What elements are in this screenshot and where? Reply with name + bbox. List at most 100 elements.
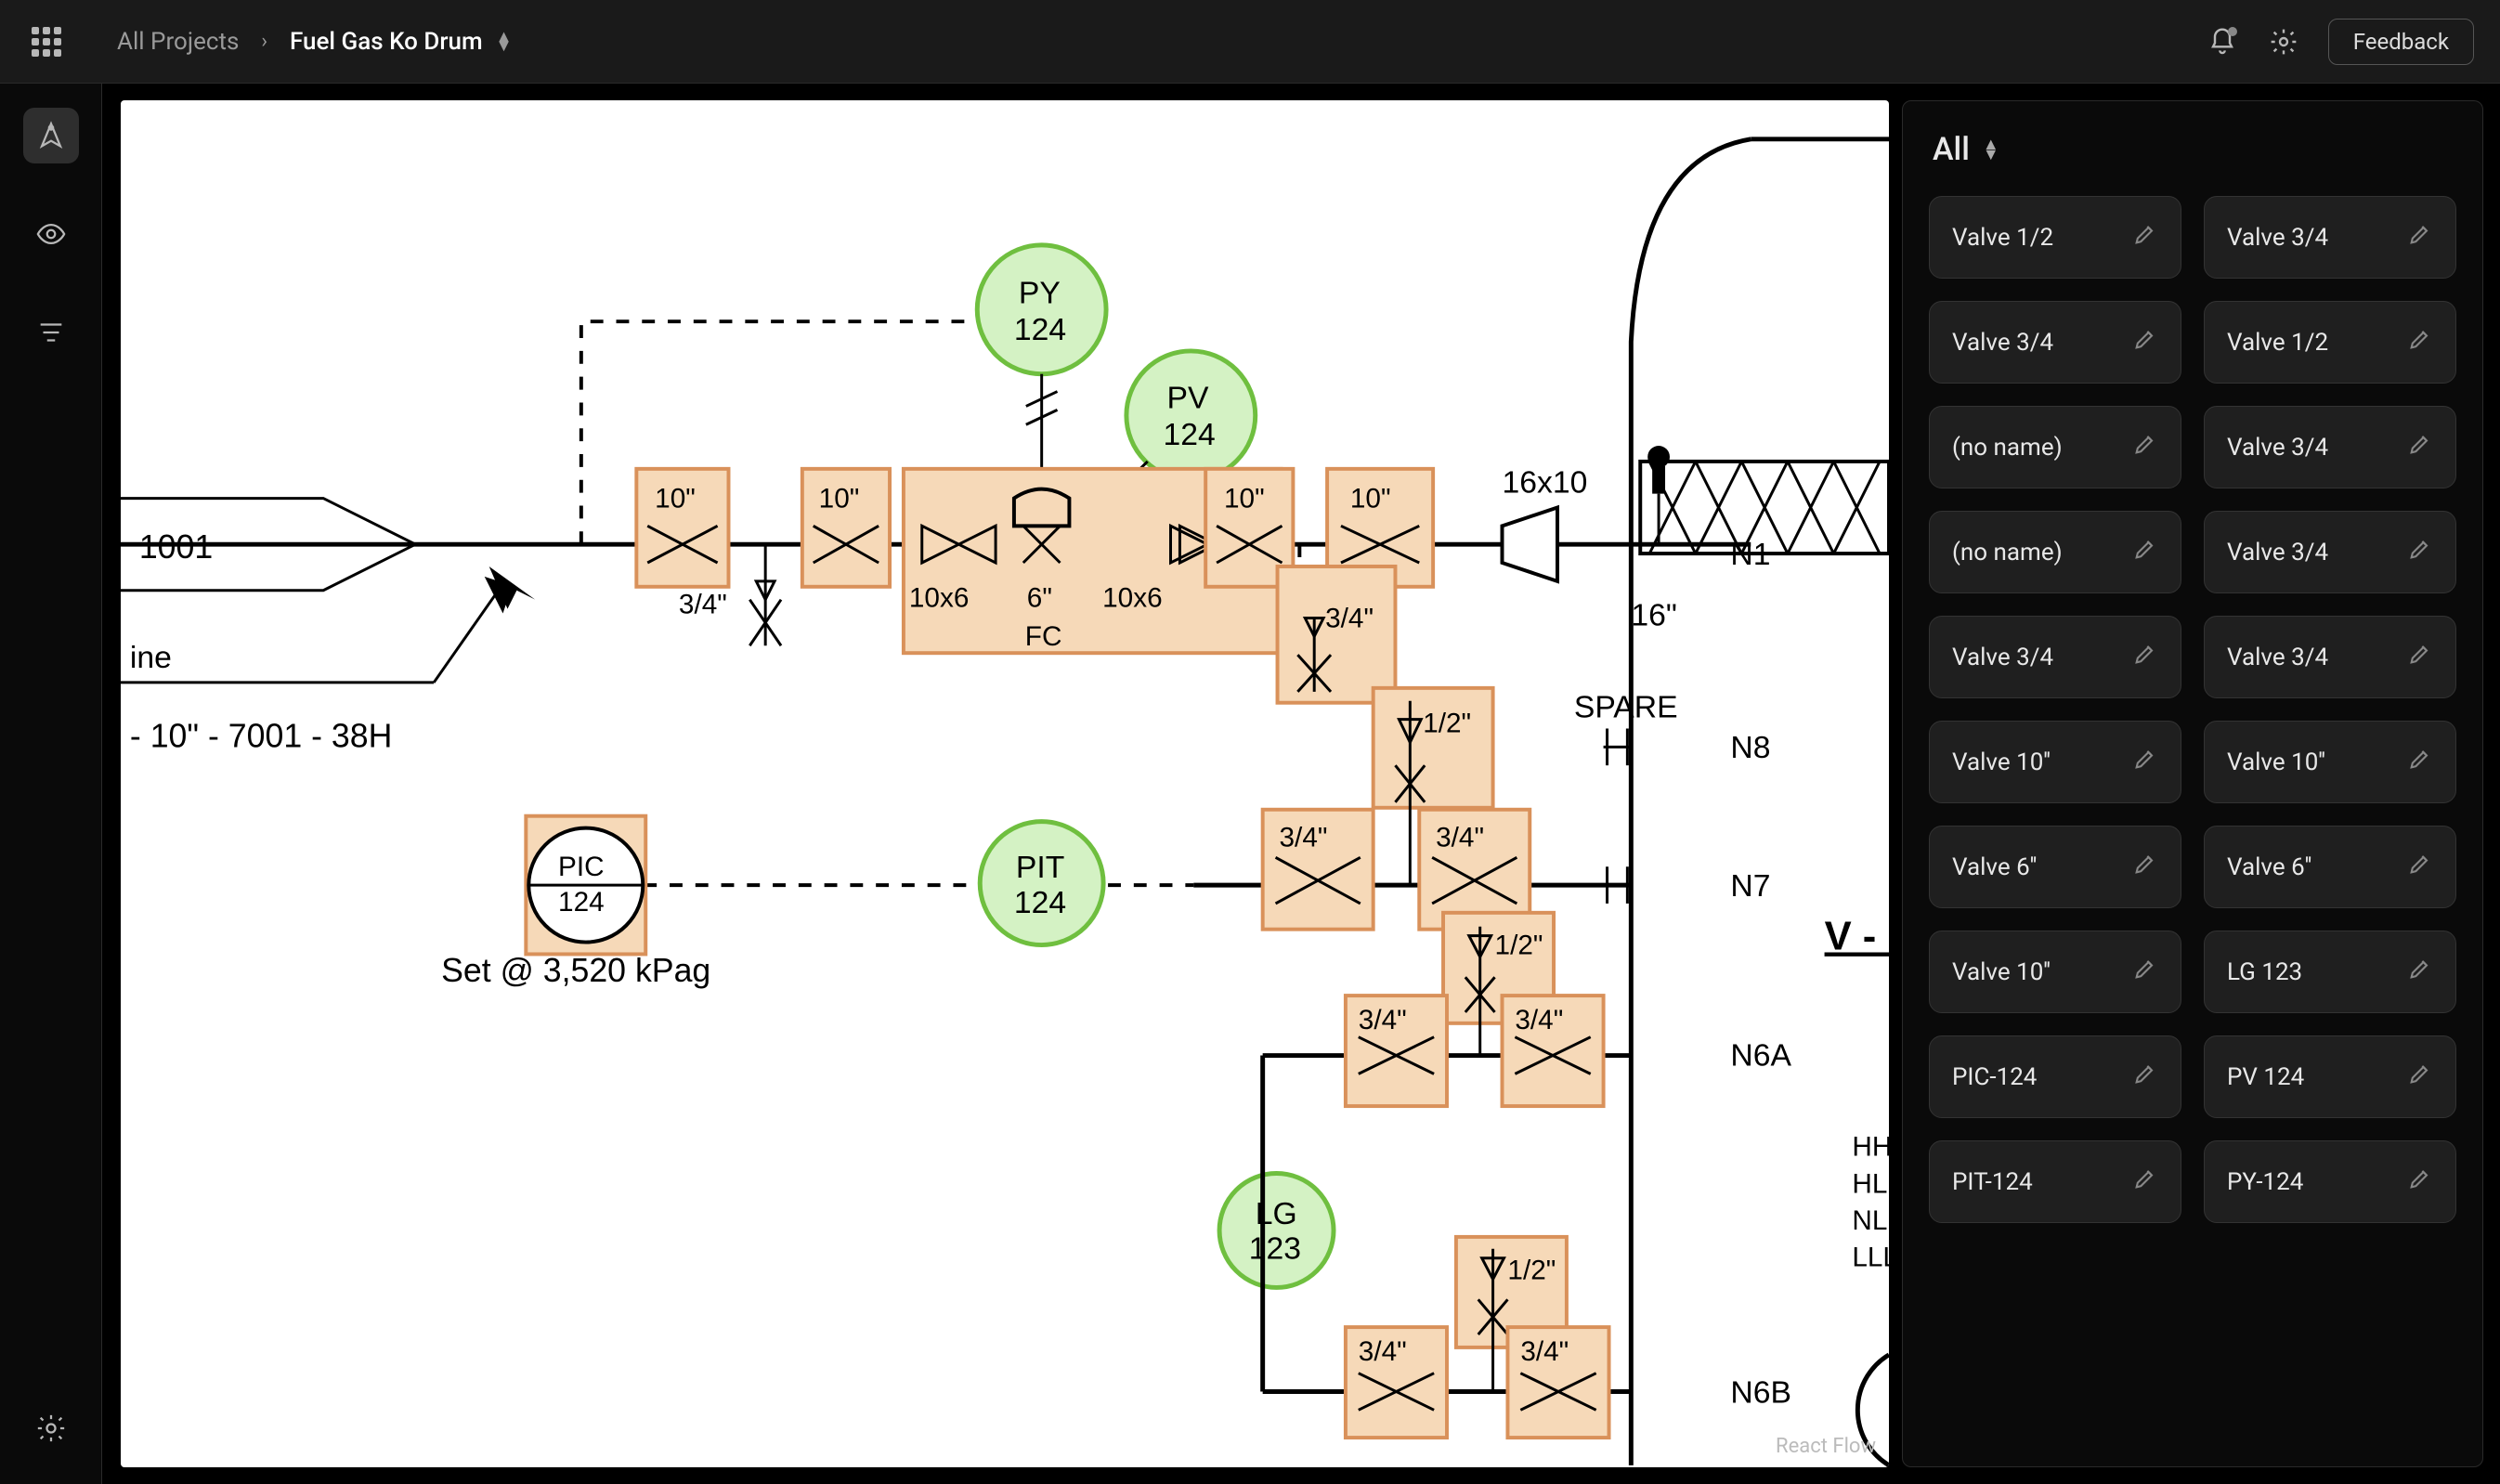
edit-icon[interactable]	[2407, 536, 2433, 568]
level-nll: NLL=605	[1852, 1205, 1889, 1236]
filter-dropdown[interactable]: All ▲▼	[1933, 131, 2456, 168]
edit-icon[interactable]	[2407, 956, 2433, 988]
project-title[interactable]: Fuel Gas Ko Drum	[290, 28, 483, 56]
notifications-icon[interactable]	[2206, 25, 2239, 59]
edit-icon[interactable]	[2132, 641, 2158, 673]
component-card[interactable]: PY-124	[2204, 1140, 2456, 1223]
component-card[interactable]: LG 123	[2204, 931, 2456, 1013]
tool-compass[interactable]	[23, 108, 79, 163]
edit-icon[interactable]	[2407, 641, 2433, 673]
project-switch-icon[interactable]: ▲▼	[496, 33, 513, 51]
component-card[interactable]: Valve 3/4	[1929, 616, 2181, 698]
component-name: (no name)	[1952, 434, 2063, 462]
breadcrumb-root[interactable]: All Projects	[117, 28, 239, 56]
filter-label: All	[1933, 131, 1970, 168]
edit-icon[interactable]	[2132, 851, 2158, 883]
component-card[interactable]: Valve 1/2	[2204, 301, 2456, 384]
component-name: Valve 3/4	[2227, 539, 2328, 566]
instrument-pic[interactable]: PIC 124	[526, 816, 645, 955]
instrument-pit[interactable]: PIT 124	[980, 822, 1103, 945]
vessel-nozzle-size: 16"	[1631, 597, 1676, 632]
component-name: Valve 10''	[1952, 749, 2051, 776]
edit-icon[interactable]	[2407, 1165, 2433, 1198]
settings-icon[interactable]	[2267, 25, 2300, 59]
edit-icon[interactable]	[2132, 326, 2158, 358]
svg-text:1/2": 1/2"	[1423, 708, 1471, 738]
edit-icon[interactable]	[2407, 431, 2433, 463]
component-card[interactable]: Valve 10''	[1929, 931, 2181, 1013]
component-name: Valve 3/4	[2227, 434, 2328, 462]
edit-icon[interactable]	[2132, 431, 2158, 463]
valve-10-b[interactable]: 10"	[802, 469, 890, 587]
instrument-py[interactable]: PY 124	[977, 245, 1106, 374]
component-card[interactable]: PV 124	[2204, 1035, 2456, 1118]
component-name: Valve 3/4	[2227, 224, 2328, 252]
component-card[interactable]: Valve 3/4	[2204, 196, 2456, 279]
component-name: LG 123	[2227, 958, 2302, 986]
list-filter-icon	[35, 317, 67, 348]
edit-icon[interactable]	[2407, 1061, 2433, 1093]
valve-34-bypass-b[interactable]: 3/4"	[1278, 566, 1396, 703]
nozzle-n1: N1	[1730, 537, 1770, 572]
valve-34-n7-left[interactable]: 3/4"	[1263, 810, 1374, 930]
svg-text:PIT: PIT	[1016, 850, 1064, 885]
component-card[interactable]: Valve 10''	[1929, 721, 2181, 803]
component-name: Valve 1/2	[1952, 224, 2053, 252]
edit-icon[interactable]	[2132, 1061, 2158, 1093]
valve-34-n6b-left[interactable]: 3/4"	[1346, 1327, 1447, 1438]
svg-text:124: 124	[1014, 885, 1066, 920]
edit-icon[interactable]	[2407, 221, 2433, 254]
app-switcher-icon[interactable]	[32, 27, 61, 57]
updown-icon: ▲▼	[1983, 139, 1999, 160]
nozzle-n8: N8	[1730, 730, 1770, 765]
tool-list[interactable]	[23, 305, 79, 360]
svg-text:PY: PY	[1019, 275, 1061, 310]
svg-text:123: 123	[1249, 1231, 1301, 1267]
component-card[interactable]: Valve 6''	[2204, 826, 2456, 908]
instrument-lg[interactable]: LG 123	[1219, 1173, 1334, 1287]
nozzle-n7: N7	[1730, 868, 1770, 904]
edit-icon[interactable]	[2132, 536, 2158, 568]
component-name: Valve 3/4	[1952, 329, 2053, 357]
component-card[interactable]: (no name)	[1929, 406, 2181, 488]
tool-settings[interactable]	[23, 1400, 79, 1456]
valve-34-n6a-left[interactable]: 3/4"	[1346, 996, 1447, 1106]
edit-icon[interactable]	[2132, 956, 2158, 988]
component-card[interactable]: Valve 3/4	[1929, 301, 2181, 384]
component-name: PV 124	[2227, 1063, 2304, 1091]
valve-34-n6a-right[interactable]: 3/4"	[1503, 996, 1604, 1106]
component-card[interactable]: Valve 10''	[2204, 721, 2456, 803]
nozzle-n6b: N6B	[1730, 1374, 1791, 1410]
component-card[interactable]: (no name)	[1929, 511, 2181, 593]
component-name: Valve 10''	[1952, 958, 2051, 986]
component-name: PY-124	[2227, 1168, 2303, 1196]
component-card[interactable]: Valve 3/4	[2204, 616, 2456, 698]
svg-text:6": 6"	[1027, 583, 1052, 614]
component-card[interactable]: Valve 6''	[1929, 826, 2181, 908]
feedback-button[interactable]: Feedback	[2328, 19, 2474, 65]
component-card[interactable]: PIT-124	[1929, 1140, 2181, 1223]
diagram-canvas[interactable]: 1001 ine - 10" - 7001 - 38H PY	[121, 100, 1889, 1467]
nozzle-n6a: N6A	[1730, 1037, 1791, 1073]
eye-icon	[35, 218, 67, 250]
svg-text:10": 10"	[1350, 484, 1391, 514]
edit-icon[interactable]	[2407, 746, 2433, 778]
valve-10-a[interactable]: 10"	[636, 469, 728, 587]
instrument-pv[interactable]: PV 124	[1126, 351, 1256, 480]
component-card[interactable]: Valve 3/4	[2204, 511, 2456, 593]
edit-icon[interactable]	[2407, 326, 2433, 358]
valve-34-n6b-right[interactable]: 3/4"	[1507, 1327, 1608, 1438]
edit-icon[interactable]	[2132, 221, 2158, 254]
compass-icon	[35, 120, 67, 151]
edit-icon[interactable]	[2132, 746, 2158, 778]
component-card[interactable]: Valve 3/4	[2204, 406, 2456, 488]
tool-visibility[interactable]	[23, 206, 79, 262]
component-name: Valve 1/2	[2227, 329, 2328, 357]
svg-text:10": 10"	[1224, 484, 1265, 514]
edit-icon[interactable]	[2407, 851, 2433, 883]
canvas-watermark: React Flow	[1776, 1435, 1876, 1458]
edit-icon[interactable]	[2132, 1165, 2158, 1198]
svg-text:124: 124	[1014, 312, 1066, 347]
component-card[interactable]: Valve 1/2	[1929, 196, 2181, 279]
component-card[interactable]: PIC-124	[1929, 1035, 2181, 1118]
